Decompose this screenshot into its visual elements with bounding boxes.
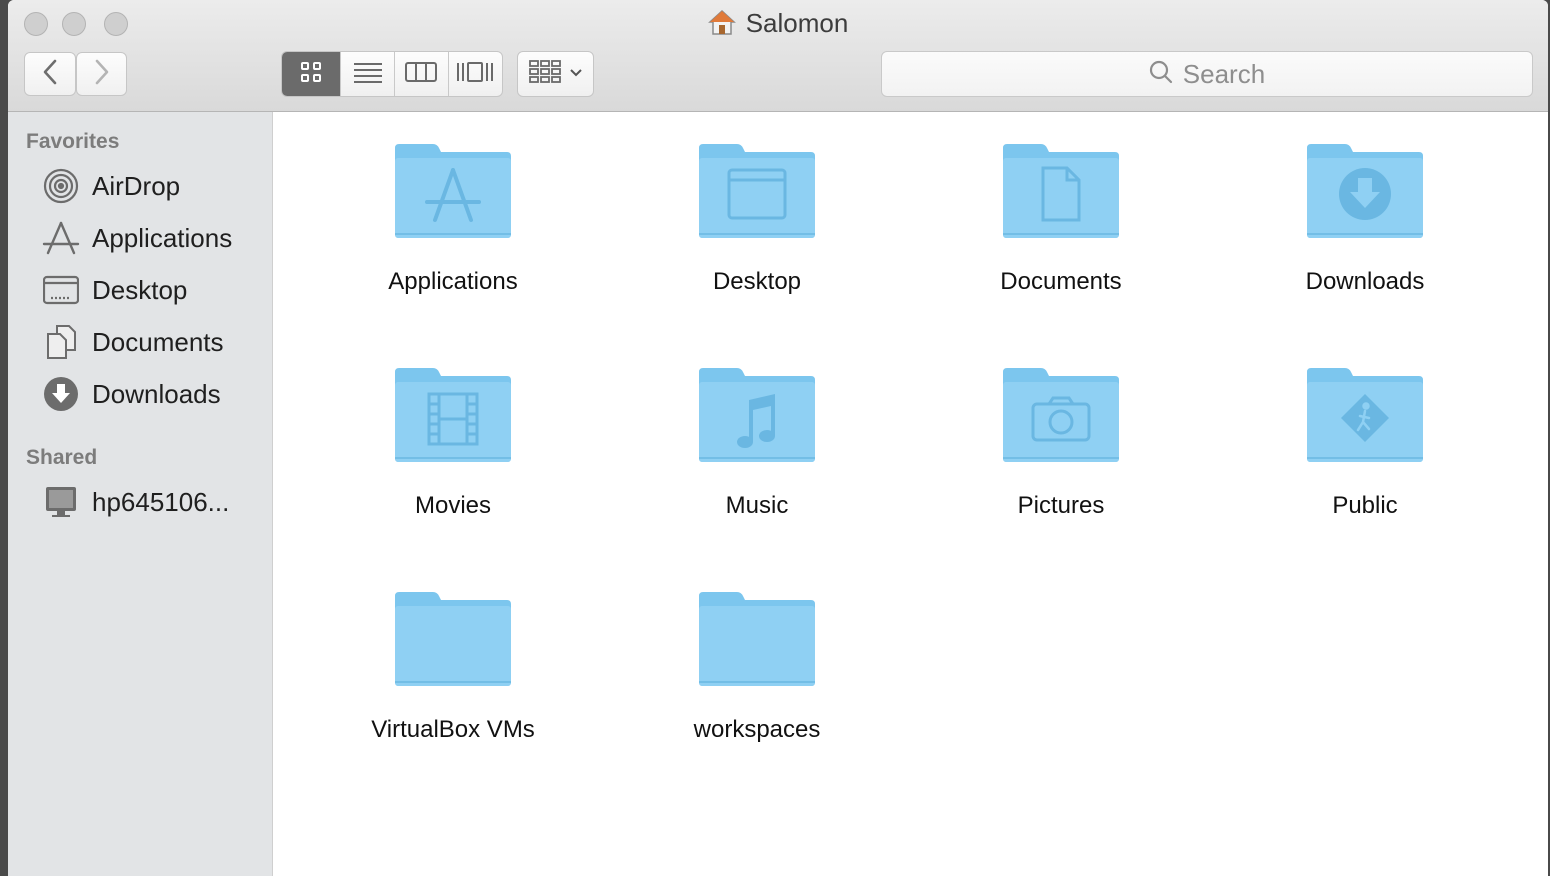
folder-name: Desktop [712, 268, 802, 295]
folder-name: VirtualBox VMs [371, 716, 535, 743]
toolbar: Salomon Search [8, 0, 1548, 112]
folder-name: Pictures [1017, 492, 1105, 519]
sidebar-item-label: Applications [92, 222, 233, 253]
forward-button[interactable] [76, 52, 127, 96]
file-grid: Applications Desktop Documents Downloads… [274, 112, 1548, 876]
sidebar-item-desktop[interactable]: Desktop [42, 268, 187, 312]
folder-documents[interactable]: Documents [936, 142, 1186, 296]
folder-name: Public [1332, 492, 1398, 519]
pictures-folder-icon [1003, 368, 1119, 462]
folder-public[interactable]: Public [1240, 366, 1490, 520]
folder-applications[interactable]: Applications [328, 142, 578, 296]
home-icon [707, 8, 736, 43]
documents-icon [42, 323, 80, 361]
back-button[interactable] [24, 52, 76, 96]
applications-icon [42, 219, 80, 257]
sidebar-section-favorites: Favorites [26, 130, 120, 153]
folder-pictures[interactable]: Pictures [936, 366, 1186, 520]
window-title: Salomon [8, 8, 1548, 43]
folder-movies[interactable]: Movies [328, 366, 578, 520]
sidebar-item-label: hp645106... [92, 486, 230, 517]
music-folder-icon [699, 368, 815, 462]
chevron-down-icon [569, 65, 583, 83]
sidebar: Favorites AirDrop Applications Desktop D… [8, 112, 273, 876]
column-view-button[interactable] [395, 52, 449, 96]
folder-virtualbox-vms[interactable]: VirtualBox VMs [328, 590, 578, 744]
computer-icon [42, 483, 80, 521]
folder-name: Documents [1000, 268, 1122, 295]
view-mode-control [281, 51, 503, 97]
search-placeholder: Search [1182, 58, 1266, 89]
applications-folder-icon [395, 144, 511, 238]
arrange-grid-icon [528, 59, 561, 90]
sidebar-item-applications[interactable]: Applications [42, 216, 232, 260]
sidebar-item-label: Desktop [92, 274, 188, 305]
folder-desktop[interactable]: Desktop [632, 142, 882, 296]
chevron-left-icon [41, 58, 59, 91]
search-icon [1149, 60, 1173, 89]
folder-workspaces[interactable]: workspaces [632, 590, 882, 744]
downloads-icon [42, 375, 80, 413]
folder-downloads[interactable]: Downloads [1240, 142, 1490, 296]
desktop-icon [42, 271, 80, 309]
sidebar-item-downloads[interactable]: Downloads [42, 372, 221, 416]
folder-icon [699, 592, 815, 686]
cover-flow-view-icon [456, 61, 494, 88]
icon-view-button[interactable] [282, 52, 342, 96]
column-view-icon [405, 61, 438, 88]
folder-name: Music [725, 492, 789, 519]
public-folder-icon [1307, 368, 1423, 462]
arrange-button[interactable] [517, 51, 594, 97]
window-title-text: Salomon [745, 8, 849, 38]
folder-name: Movies [414, 492, 492, 519]
list-view-icon [353, 61, 383, 88]
sidebar-section-shared: Shared [26, 446, 98, 469]
airdrop-icon [42, 167, 80, 205]
folder-name: Applications [388, 268, 518, 295]
sidebar-item-label: Downloads [92, 378, 221, 409]
sidebar-item-airdrop[interactable]: AirDrop [42, 164, 180, 208]
sidebar-item-documents[interactable]: Documents [42, 320, 224, 364]
cover-flow-view-button[interactable] [449, 52, 503, 96]
sidebar-item-shared-computer[interactable]: hp645106... [42, 480, 229, 524]
folder-name: workspaces [693, 716, 821, 743]
list-view-button[interactable] [341, 52, 395, 96]
chevron-right-icon [93, 58, 111, 91]
documents-folder-icon [1003, 144, 1119, 238]
icon-view-icon [300, 61, 322, 88]
folder-name: Downloads [1305, 268, 1425, 295]
downloads-folder-icon [1307, 144, 1423, 238]
sidebar-item-label: AirDrop [92, 170, 181, 201]
desktop-folder-icon [699, 144, 815, 238]
search-field[interactable]: Search [881, 51, 1533, 97]
finder-window: Salomon Search Favorites AirDrop Applica… [8, 0, 1548, 876]
movies-folder-icon [395, 368, 511, 462]
sidebar-item-label: Documents [92, 326, 224, 357]
folder-music[interactable]: Music [632, 366, 882, 520]
folder-icon [395, 592, 511, 686]
